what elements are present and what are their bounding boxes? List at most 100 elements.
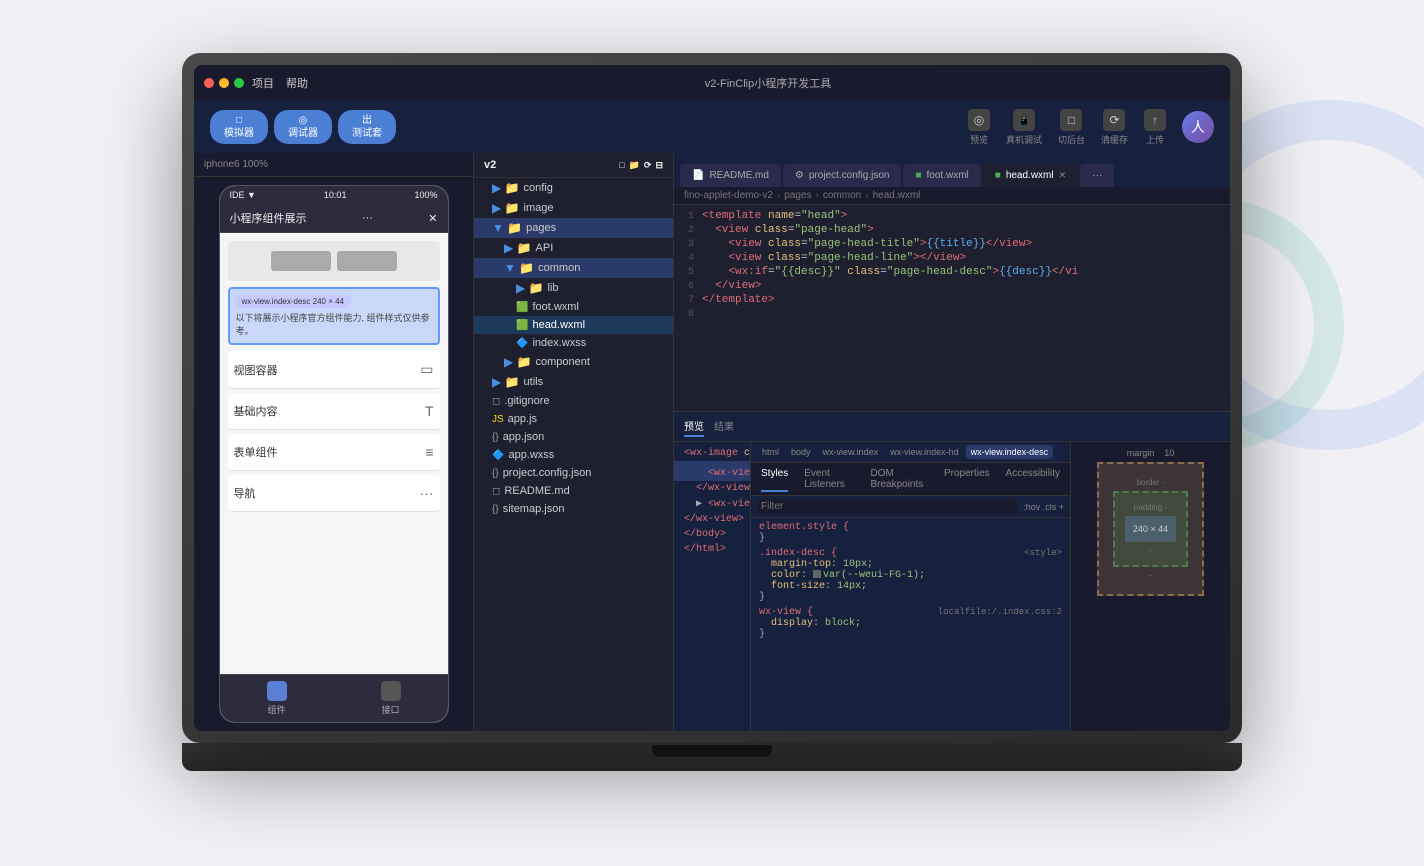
tree-utils-label: utils xyxy=(524,376,544,388)
devtools-tab-accessibility[interactable]: Accessibility xyxy=(1006,466,1060,492)
phone-status-bar: IDE ▼ 10:01 100% xyxy=(220,186,448,204)
style-rule-element: element.style { } xyxy=(759,522,1062,544)
tree-common[interactable]: ▼ 📁 common xyxy=(474,258,673,278)
clear-cache-label: 清缓存 xyxy=(1101,133,1128,146)
tree-sitemap[interactable]: {} sitemap.json xyxy=(474,500,673,518)
tab-simulate[interactable]: □ 模拟器 xyxy=(210,110,268,144)
box-model-content: 240 × 44 xyxy=(1125,516,1176,542)
filetree-icon-new[interactable]: □ xyxy=(619,160,624,170)
file-icon: {} xyxy=(492,468,499,479)
devtools-tab-properties[interactable]: Properties xyxy=(944,466,990,492)
menu-project[interactable]: 项目 xyxy=(252,75,274,91)
tree-app-js-label: app.js xyxy=(508,413,537,425)
list-label-2: 基础内容 xyxy=(234,403,278,419)
elem-tab-wxview-desc[interactable]: wx-view.index-desc xyxy=(966,445,1054,459)
tree-api-label: API xyxy=(536,242,554,254)
bottom-tab-preview[interactable]: 预览 xyxy=(684,416,704,437)
tab-debug[interactable]: ◎ 调试器 xyxy=(274,110,332,144)
elem-tab-wxview-index[interactable]: wx-view.index xyxy=(818,445,884,459)
bottom-item-api[interactable]: 接口 xyxy=(381,681,401,716)
file-icon: 🔷 xyxy=(492,450,504,461)
editor-tabs: 📄 README.md ⚙ project.config.json ■ foot… xyxy=(674,153,1230,187)
devtools-tab-styles[interactable]: Styles xyxy=(761,466,788,492)
tab-readme[interactable]: 📄 README.md xyxy=(680,164,781,187)
tree-project-config[interactable]: {} project.config.json xyxy=(474,464,673,482)
tree-readme[interactable]: ◻ README.md xyxy=(474,482,673,500)
phone-status-right: 100% xyxy=(414,190,437,200)
tree-image[interactable]: ▶ 📁 image xyxy=(474,198,673,218)
tree-app-js[interactable]: JS app.js xyxy=(474,410,673,428)
tab-more[interactable]: ··· xyxy=(1080,164,1114,187)
user-avatar[interactable]: 人 xyxy=(1182,111,1214,143)
list-item-4[interactable]: 导航 ··· xyxy=(228,475,440,512)
list-item-2[interactable]: 基础内容 T xyxy=(228,393,440,430)
bottom-panel: 预览 结果 <wx-image class="index-logo" src="… xyxy=(674,411,1230,731)
phone-status-time: 10:01 xyxy=(324,190,347,200)
filetree-icon-collapse[interactable]: ⊟ xyxy=(655,160,663,171)
maximize-button[interactable] xyxy=(234,78,244,88)
action-preview[interactable]: ◎ 预览 xyxy=(968,109,990,146)
close-button[interactable] xyxy=(204,78,214,88)
tree-app-json[interactable]: {} app.json xyxy=(474,428,673,446)
simulate-icon: □ xyxy=(236,114,242,127)
elem-tab-html[interactable]: html xyxy=(757,445,784,459)
action-mobile-debug[interactable]: 📱 真机调试 xyxy=(1006,109,1042,146)
tab-project-config[interactable]: ⚙ project.config.json xyxy=(783,164,902,187)
phone-nav-close[interactable]: ✕ xyxy=(428,212,437,225)
phone-nav-more[interactable]: ··· xyxy=(362,212,373,224)
file-icon: 🟩 xyxy=(516,320,528,331)
minimize-button[interactable] xyxy=(219,78,229,88)
tree-app-wxss[interactable]: 🔷 app.wxss xyxy=(474,446,673,464)
filetree-panel: v2 □ 📁 ⟳ ⊟ ▶ 📁 config ▶ 📁 image xyxy=(474,153,674,731)
filetree-header: v2 □ 📁 ⟳ ⊟ xyxy=(474,153,673,178)
action-cut-backend[interactable]: □ 切后台 xyxy=(1058,109,1085,146)
tab-test[interactable]: 出 测试套 xyxy=(338,110,396,144)
tab-foot-label: foot.wxml xyxy=(927,170,969,181)
bottom-item-component[interactable]: 组件 xyxy=(267,681,287,716)
tree-gitignore[interactable]: ◻ .gitignore xyxy=(474,392,673,410)
styles-pseudo[interactable]: :hov .cls + xyxy=(1023,502,1064,512)
filetree-icon-refresh[interactable]: ⟳ xyxy=(644,160,652,171)
tree-foot-wxml[interactable]: 🟩 foot.wxml xyxy=(474,298,673,316)
preview-panel: iphone6 100% IDE ▼ 10:01 100% 小程序组件展示 ··… xyxy=(194,153,474,731)
tree-index-wxss[interactable]: 🔷 index.wxss xyxy=(474,334,673,352)
action-clear-cache[interactable]: ⟳ 清缓存 xyxy=(1101,109,1128,146)
list-item-3[interactable]: 表单组件 ≡ xyxy=(228,434,440,471)
list-icon-4: ··· xyxy=(420,485,434,501)
tree-component[interactable]: ▶ 📁 component xyxy=(474,352,673,372)
tab-head-wxml[interactable]: ■ head.wxml ✕ xyxy=(983,164,1078,187)
menu-help[interactable]: 帮助 xyxy=(286,75,308,91)
tree-config-label: config xyxy=(524,182,553,194)
file-icon: 🟩 xyxy=(516,302,528,313)
elem-tab-body[interactable]: body xyxy=(786,445,816,459)
dom-line-2[interactable]: <wx-view class="index-desc">以下将展示小程序官方组件… xyxy=(674,461,750,481)
elem-tab-wxview-hd[interactable]: wx-view.index-hd xyxy=(885,445,964,459)
tree-utils[interactable]: ▶ 📁 utils xyxy=(474,372,673,392)
action-upload[interactable]: ↑ 上传 xyxy=(1144,109,1166,146)
folder-icon: ▶ 📁 xyxy=(504,355,532,369)
ide-body: iphone6 100% IDE ▼ 10:01 100% 小程序组件展示 ··… xyxy=(194,153,1230,731)
tree-lib[interactable]: ▶ 📁 lib xyxy=(474,278,673,298)
laptop-outer: 项目 帮助 v2-FinClip小程序开发工具 □ 模拟器 ◎ 调试器 xyxy=(182,53,1242,743)
styles-filter-input[interactable] xyxy=(757,499,1017,514)
dom-line-6: </body> xyxy=(674,527,750,542)
tree-api[interactable]: ▶ 📁 API xyxy=(474,238,673,258)
devtools-tab-dombreakpoints[interactable]: DOM Breakpoints xyxy=(870,466,928,492)
laptop-screen: 项目 帮助 v2-FinClip小程序开发工具 □ 模拟器 ◎ 调试器 xyxy=(194,65,1230,731)
file-icon: ◻ xyxy=(492,396,500,407)
device-info: iphone6 100% xyxy=(194,153,473,177)
tab-head-close[interactable]: ✕ xyxy=(1059,170,1067,181)
tab-project-config-icon: ⚙ xyxy=(795,170,804,181)
tree-config[interactable]: ▶ 📁 config xyxy=(474,178,673,198)
tree-head-wxml[interactable]: 🟩 head.wxml xyxy=(474,316,673,334)
tree-pages[interactable]: ▼ 📁 pages xyxy=(474,218,673,238)
list-item-1[interactable]: 视图容器 ▭ xyxy=(228,351,440,389)
code-editor[interactable]: 1 <template name="head"> 2 <view class="… xyxy=(674,205,1230,411)
devtools-tab-eventlisteners[interactable]: Event Listeners xyxy=(804,466,854,492)
breadcrumb-file: head.wxml xyxy=(873,190,921,201)
bottom-tabs-row: 预览 结果 xyxy=(674,412,1230,442)
filetree-icon-folder[interactable]: 📁 xyxy=(629,160,640,171)
bottom-tab-console[interactable]: 结果 xyxy=(714,416,734,437)
tab-foot-wxml[interactable]: ■ foot.wxml xyxy=(903,164,980,187)
tab-group: □ 模拟器 ◎ 调试器 出 测试套 xyxy=(210,110,396,144)
